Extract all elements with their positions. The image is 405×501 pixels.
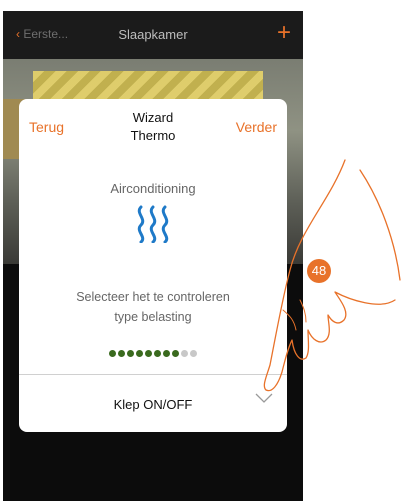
step-number-badge: 48 bbox=[307, 259, 331, 283]
pointing-hand-illustration bbox=[263, 159, 401, 392]
